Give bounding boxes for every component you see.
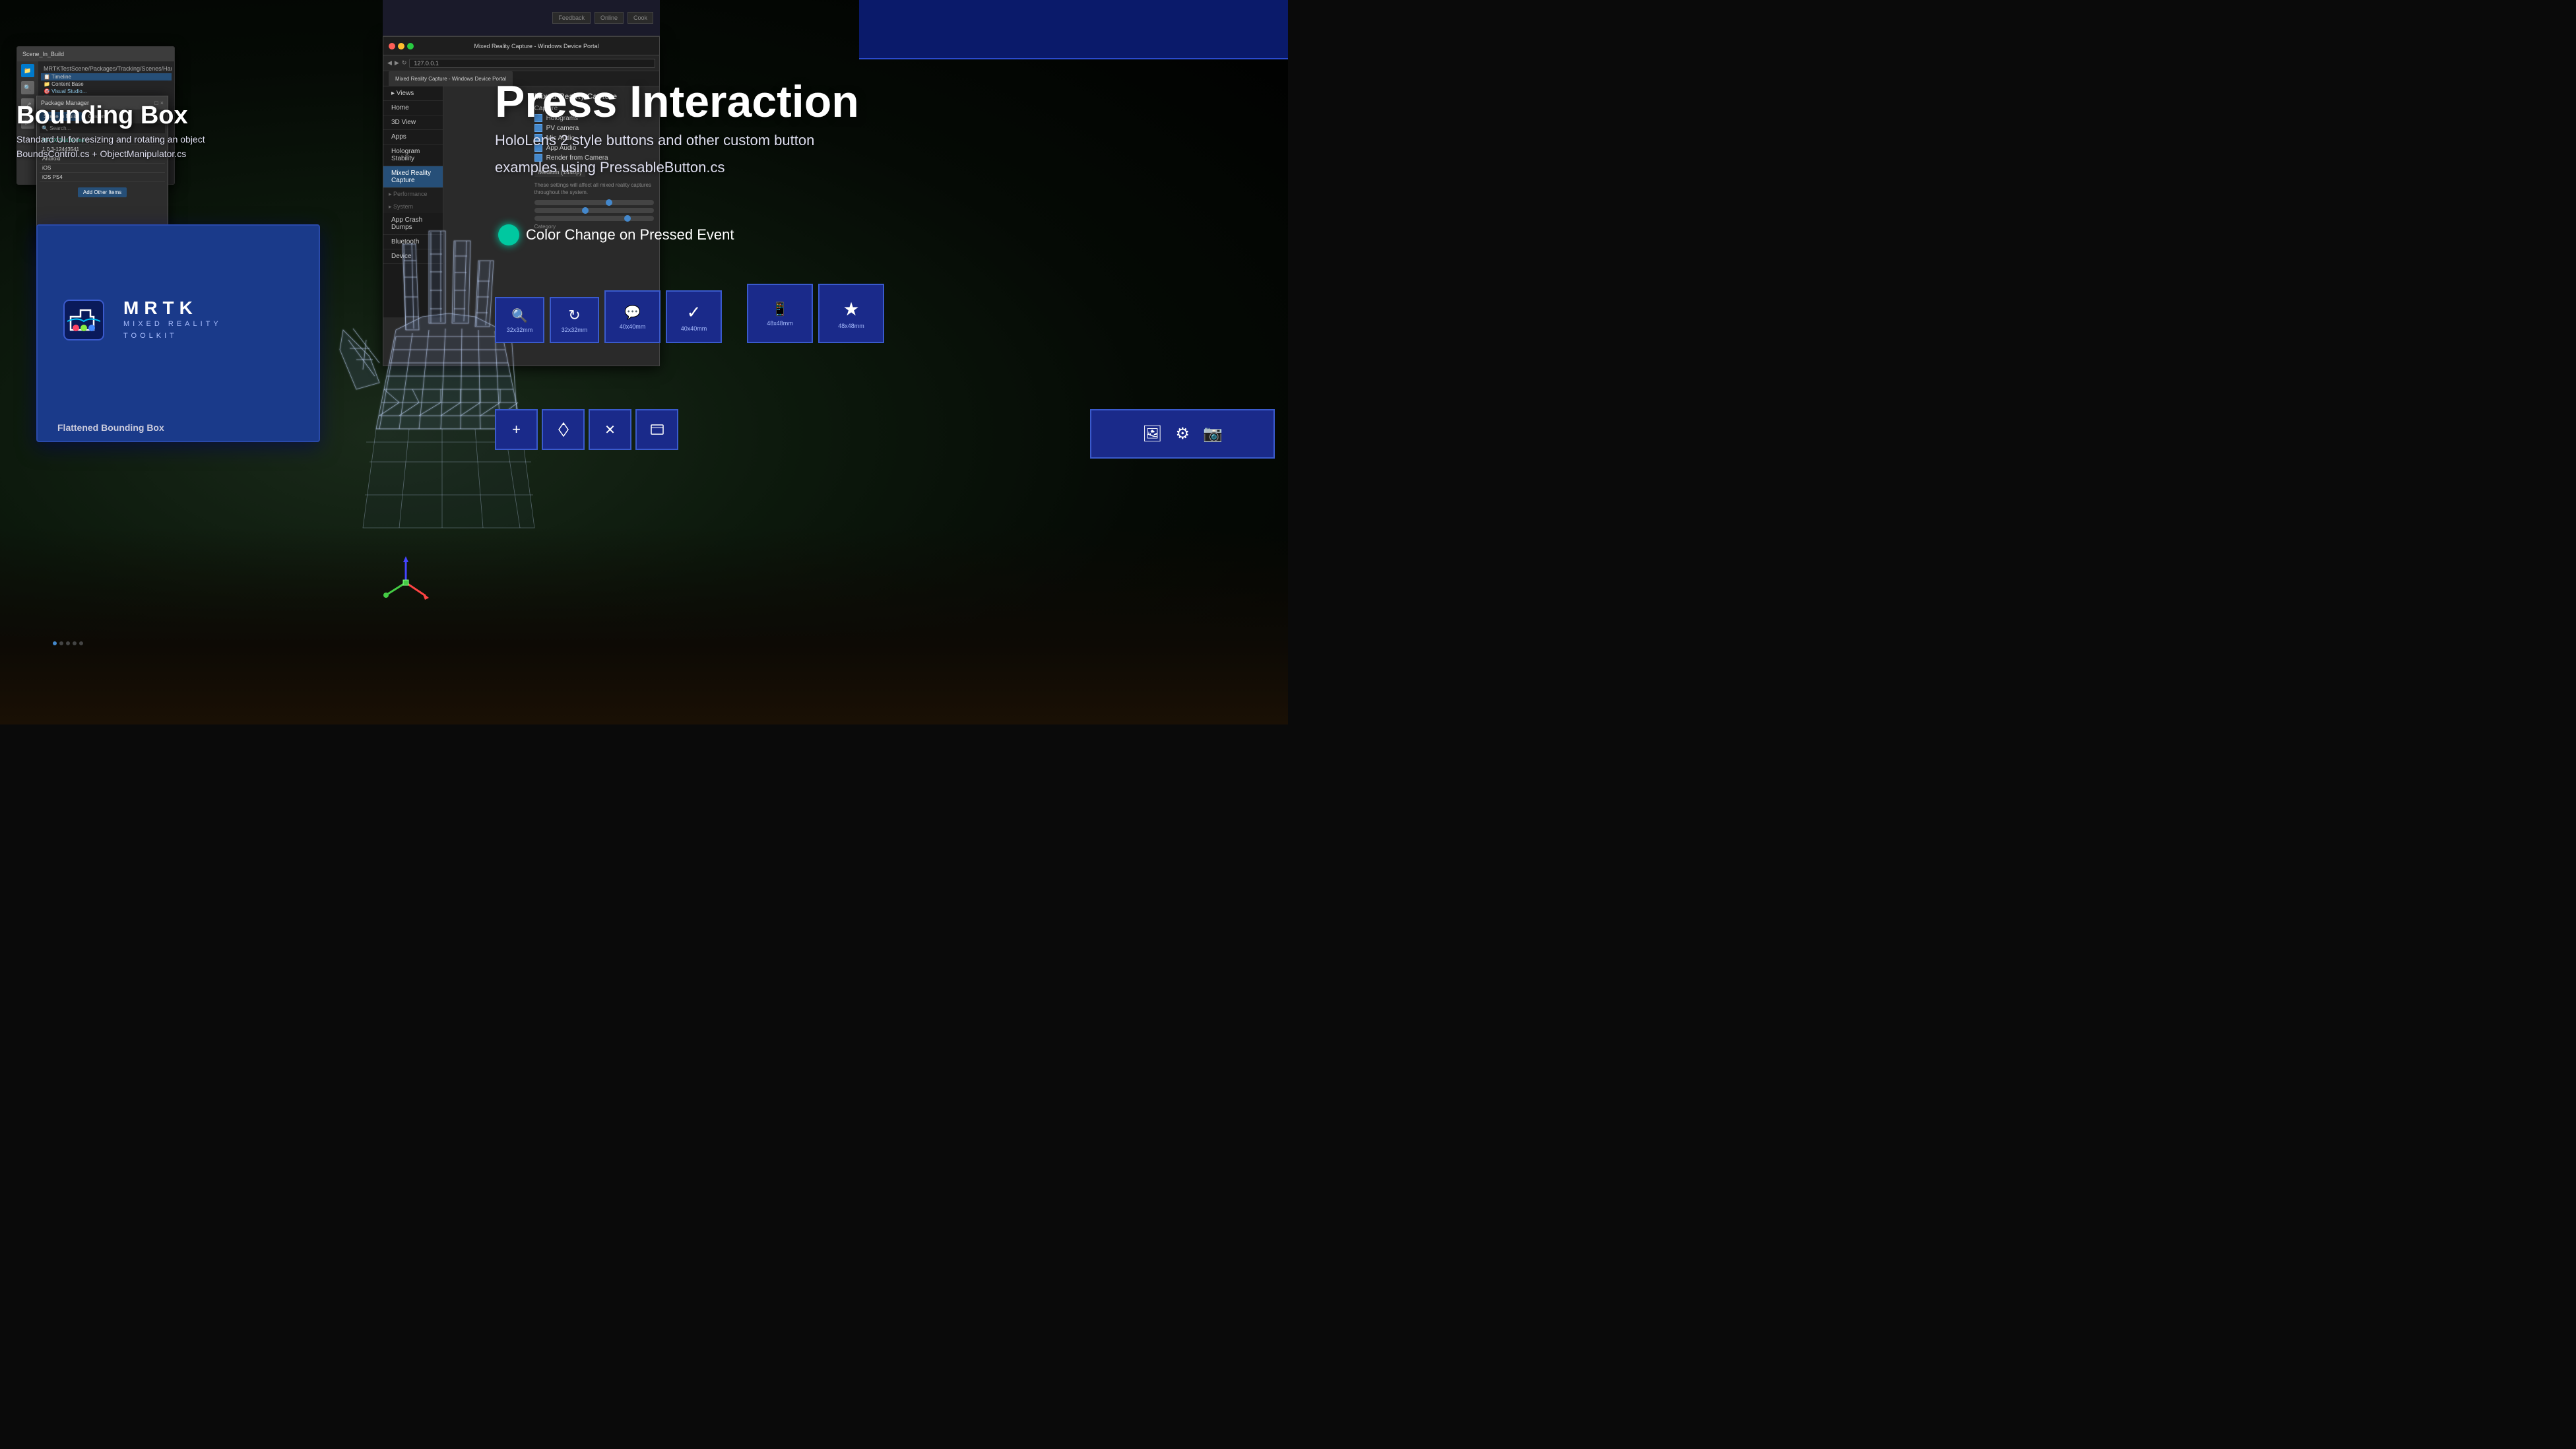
portal-action-buttons: Feedback Online Cook bbox=[552, 12, 653, 24]
toolbar-add-btn[interactable]: + bbox=[495, 409, 538, 450]
toolbar-row: + ✕ bbox=[495, 409, 678, 450]
press-interaction-subtitle2: examples using PressableButton.cs bbox=[495, 156, 859, 178]
portal-close-btn[interactable] bbox=[389, 43, 395, 49]
btn-label-check-40: 40x40mm bbox=[681, 325, 707, 332]
pkg-row-ios-ps4[interactable]: iOS PS4 bbox=[40, 173, 165, 182]
bounding-box-subtitle2: BoundsControl.cs + ObjectManipulator.cs bbox=[16, 148, 205, 159]
holo-btn-search-32[interactable]: 🔍 32x32mm bbox=[495, 297, 544, 343]
mrtk-text: MRTK MIXED REALITY TOOLKIT bbox=[123, 298, 222, 342]
dot-4 bbox=[73, 641, 77, 645]
vscode-file-row-2[interactable]: 🎯 Visual Studio... bbox=[41, 88, 172, 95]
color-change-text: Color Change on Pressed Event bbox=[526, 226, 734, 243]
holo-btn-chat-40[interactable]: 💬 40x40mm bbox=[604, 290, 660, 343]
portal-min-btn[interactable] bbox=[398, 43, 404, 49]
mrtk-line1: MIXED REALITY bbox=[123, 319, 222, 331]
mrtk-logo-icon bbox=[57, 294, 110, 346]
toolbar-close-btn[interactable]: ✕ bbox=[589, 409, 631, 450]
portal-active-tab[interactable]: Mixed Reality Capture - Windows Device P… bbox=[389, 71, 513, 86]
portal-refresh-btn[interactable]: ↻ bbox=[402, 59, 407, 67]
bounding-box-panel: Bounding Box Standard UI for resizing an… bbox=[16, 102, 205, 159]
star-icon: ★ bbox=[843, 298, 859, 320]
color-change-row: Color Change on Pressed Event bbox=[498, 224, 734, 245]
portal-online-btn[interactable]: Online bbox=[595, 12, 624, 24]
portal-slider-3-handle[interactable] bbox=[624, 215, 631, 222]
settings-icon: ⚙ bbox=[1176, 424, 1190, 443]
refresh-icon: ↻ bbox=[568, 307, 580, 324]
btn-label-star-48: 48x48mm bbox=[838, 323, 864, 329]
portal-top-header: Feedback Online Cook bbox=[383, 0, 660, 36]
vscode-file-row-0[interactable]: 📋 Timeline bbox=[41, 73, 172, 80]
vscode-search-icon[interactable]: 🔍 bbox=[21, 81, 34, 94]
portal-nav-hologram-stability[interactable]: Hologram Stability bbox=[383, 145, 443, 166]
holo-btn-star-48[interactable]: ★ 48x48mm bbox=[818, 284, 884, 343]
btn-label-chat-40: 40x40mm bbox=[620, 323, 646, 330]
coord-axes bbox=[376, 553, 435, 616]
btn-label-phone-48: 48x48mm bbox=[767, 320, 793, 327]
color-change-indicator bbox=[498, 224, 519, 245]
portal-cook-btn[interactable]: Cook bbox=[628, 12, 653, 24]
mrtk-title: MRTK bbox=[123, 298, 222, 319]
vscode-titlebar: Scene_In_Build bbox=[17, 47, 174, 61]
toolbar-pin-btn[interactable] bbox=[542, 409, 585, 450]
dot-3 bbox=[66, 641, 70, 645]
portal-url-bar[interactable]: 127.0.0.1 bbox=[409, 59, 655, 68]
desk-surface bbox=[0, 527, 1288, 724]
portal-forward-btn[interactable]: ▶ bbox=[395, 59, 399, 67]
vscode-file-row-1[interactable]: 📁 Content Base bbox=[41, 80, 172, 88]
pin-icon bbox=[555, 421, 572, 438]
top-right-blue-panel bbox=[859, 0, 1288, 59]
press-interaction-panel: Press Interaction HoloLens 2 style butto… bbox=[495, 79, 859, 178]
toolbar-frame-btn[interactable] bbox=[635, 409, 678, 450]
vscode-explorer-icon[interactable]: 📁 bbox=[21, 64, 34, 77]
portal-nav-apps[interactable]: Apps bbox=[383, 130, 443, 145]
add-items-button[interactable]: Add Other Items bbox=[78, 187, 127, 197]
btn-label-refresh-32: 32x32mm bbox=[562, 327, 588, 333]
dot-2 bbox=[59, 641, 63, 645]
holo-btn-refresh-32[interactable]: ↻ 32x32mm bbox=[550, 297, 599, 343]
portal-nav-3dview[interactable]: 3D View bbox=[383, 115, 443, 130]
portal-nav-home[interactable]: Home bbox=[383, 101, 443, 115]
right-panel: 🖼 ⚙ 📷 bbox=[1090, 409, 1275, 464]
coord-axes-svg bbox=[376, 553, 435, 612]
holo-btn-check-40[interactable]: ✓ 40x40mm bbox=[666, 290, 722, 343]
dot-1 bbox=[53, 641, 57, 645]
dot-5 bbox=[79, 641, 83, 645]
button-grid-row1: 🔍 32x32mm ↻ 32x32mm 💬 40x40mm ✓ 40x40mm … bbox=[495, 284, 884, 343]
frame-icon bbox=[649, 422, 665, 437]
camera-icon: 📷 bbox=[1203, 424, 1223, 443]
gallery-icon: 🖼 bbox=[1142, 424, 1162, 443]
pkg-row-ios1[interactable]: iOS bbox=[40, 164, 165, 173]
btn-label-search-32: 32x32mm bbox=[507, 327, 533, 333]
portal-titlebar: Mixed Reality Capture - Windows Device P… bbox=[383, 37, 659, 55]
vscode-path: MRTKTestScene/Packages/Tracking/Scenes/H… bbox=[41, 64, 172, 73]
portal-nav-views[interactable]: ▸ Views bbox=[383, 86, 443, 101]
press-interaction-title: Press Interaction bbox=[495, 79, 859, 124]
dots-indicator bbox=[53, 641, 83, 645]
press-interaction-subtitle1: HoloLens 2 style buttons and other custo… bbox=[495, 129, 859, 151]
mrtk-line2: TOOLKIT bbox=[123, 331, 222, 342]
portal-max-btn[interactable] bbox=[407, 43, 414, 49]
check-icon: ✓ bbox=[687, 302, 701, 323]
portal-title: Mixed Reality Capture - Windows Device P… bbox=[419, 43, 654, 49]
phone-icon: 📱 bbox=[772, 301, 789, 317]
search-icon: 🔍 bbox=[511, 307, 528, 324]
right-btn-gallery[interactable]: 🖼 ⚙ 📷 bbox=[1090, 409, 1275, 459]
portal-back-btn[interactable]: ◀ bbox=[387, 59, 392, 67]
portal-feedback-btn[interactable]: Feedback bbox=[552, 12, 591, 24]
vscode-title: Scene_In_Build bbox=[22, 51, 64, 57]
bounding-box-subtitle1: Standard UI for resizing and rotating an… bbox=[16, 134, 205, 145]
chat-icon: 💬 bbox=[624, 304, 641, 321]
bounding-box-title: Bounding Box bbox=[16, 102, 205, 130]
holo-btn-phone-48[interactable]: 📱 48x48mm bbox=[747, 284, 813, 343]
portal-nav-bar: ◀ ▶ ↻ 127.0.0.1 bbox=[383, 55, 659, 71]
